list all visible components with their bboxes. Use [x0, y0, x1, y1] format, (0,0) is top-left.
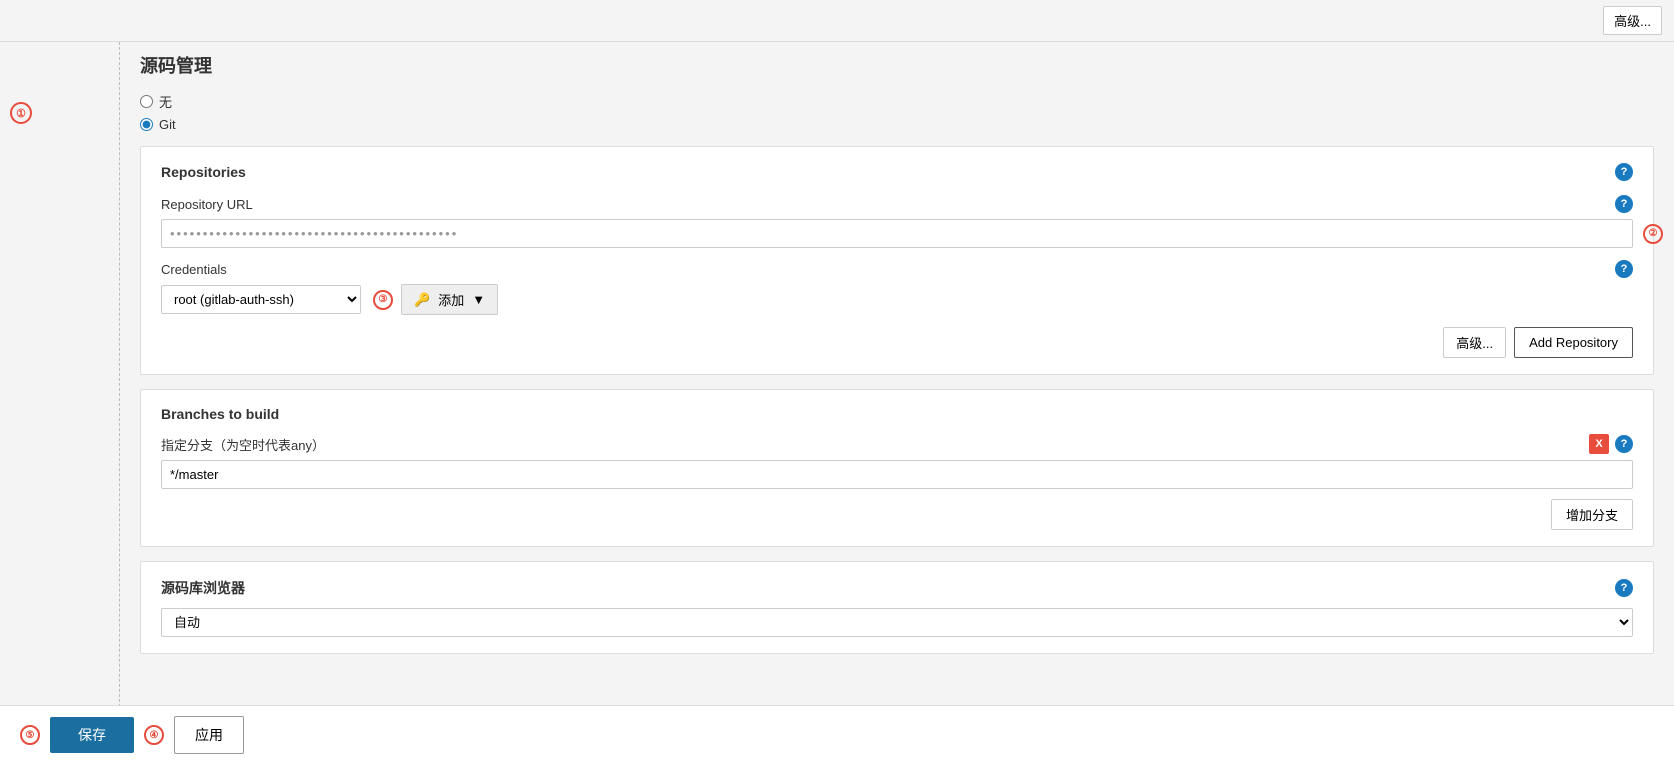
sidebar: ①	[0, 42, 120, 742]
repo-action-buttons: 高级... Add Repository	[161, 327, 1633, 358]
source-browser-select[interactable]: 自动	[161, 608, 1633, 637]
credentials-label: Credentials	[161, 262, 227, 277]
repository-url-field: Repository URL ? ②	[161, 195, 1633, 248]
branch-field-header: 指定分支（为空时代表any） X ?	[161, 434, 1633, 454]
add-repository-button[interactable]: Add Repository	[1514, 327, 1633, 358]
source-browser-header: 源码库浏览器 ?	[161, 578, 1633, 598]
bottom-badge-4: ④	[144, 725, 164, 745]
source-browser-label: 源码库浏览器	[161, 578, 245, 598]
main-content: ① 源码管理 无 Git Repositories	[0, 42, 1674, 742]
top-advanced-button[interactable]: 高级...	[1603, 6, 1662, 35]
repository-url-help-icon[interactable]: ?	[1615, 195, 1633, 213]
content-area: 源码管理 无 Git Repositories ?	[120, 42, 1674, 742]
repository-url-label-row: Repository URL ?	[161, 195, 1633, 213]
radio-group: 无 Git	[140, 92, 1654, 132]
radio-git-input[interactable]	[140, 118, 153, 131]
repositories-help-icon[interactable]: ?	[1615, 163, 1633, 181]
add-credentials-label: 添加	[438, 290, 464, 309]
advanced-button[interactable]: 高级...	[1443, 327, 1506, 358]
source-browser-help-icon[interactable]: ?	[1615, 579, 1633, 597]
credentials-select[interactable]: root (gitlab-auth-ssh) - none -	[161, 285, 361, 314]
key-icon: 🔑	[414, 292, 430, 308]
branch-btn-row: 增加分支	[161, 499, 1633, 530]
radio-none[interactable]: 无	[140, 92, 1654, 111]
radio-git-label: Git	[159, 117, 176, 132]
credentials-row: root (gitlab-auth-ssh) - none - ③ 🔑 添加 ▼	[161, 284, 1633, 315]
delete-branch-button[interactable]: X	[1589, 434, 1609, 454]
bottom-bar: ⑤ 保存 ④ 应用	[0, 705, 1674, 764]
repositories-panel-header: Repositories ?	[161, 163, 1633, 181]
branch-field-label: 指定分支（为空时代表any）	[161, 435, 325, 454]
url-badge-2: ②	[1643, 224, 1663, 244]
top-bar: 高级...	[0, 0, 1674, 42]
source-browser-section: 源码库浏览器 ? 自动	[140, 561, 1654, 654]
branch-help-icon[interactable]: ?	[1615, 435, 1633, 453]
add-credentials-button[interactable]: 🔑 添加 ▼	[401, 284, 498, 315]
page-wrapper: 高级... ① 源码管理 无 Git	[0, 0, 1674, 764]
branches-header: Branches to build	[161, 406, 1633, 422]
apply-button[interactable]: 应用	[174, 716, 244, 754]
branches-panel: Branches to build 指定分支（为空时代表any） X ? 增加分…	[140, 389, 1654, 547]
bottom-badge-5: ⑤	[20, 725, 40, 745]
section-title: 源码管理	[140, 52, 1654, 78]
repository-url-input[interactable]	[161, 219, 1633, 248]
credentials-field: Credentials ? root (gitlab-auth-ssh) - n…	[161, 260, 1633, 315]
radio-none-input[interactable]	[140, 95, 153, 108]
dropdown-arrow-icon: ▼	[472, 292, 485, 307]
radio-git[interactable]: Git	[140, 117, 1654, 132]
sidebar-badge-1: ①	[10, 102, 32, 124]
save-button[interactable]: 保存	[50, 717, 134, 753]
url-input-wrapper: ②	[161, 219, 1633, 248]
add-branch-button[interactable]: 增加分支	[1551, 499, 1633, 530]
repositories-label: Repositories	[161, 164, 246, 180]
branch-input[interactable]	[161, 460, 1633, 489]
credentials-badge-3: ③	[373, 290, 393, 310]
radio-none-label: 无	[159, 92, 172, 111]
credentials-help-icon[interactable]: ?	[1615, 260, 1633, 278]
repository-url-label: Repository URL	[161, 197, 253, 212]
credentials-label-row: Credentials ?	[161, 260, 1633, 278]
repositories-panel: Repositories ? Repository URL ? ②	[140, 146, 1654, 375]
